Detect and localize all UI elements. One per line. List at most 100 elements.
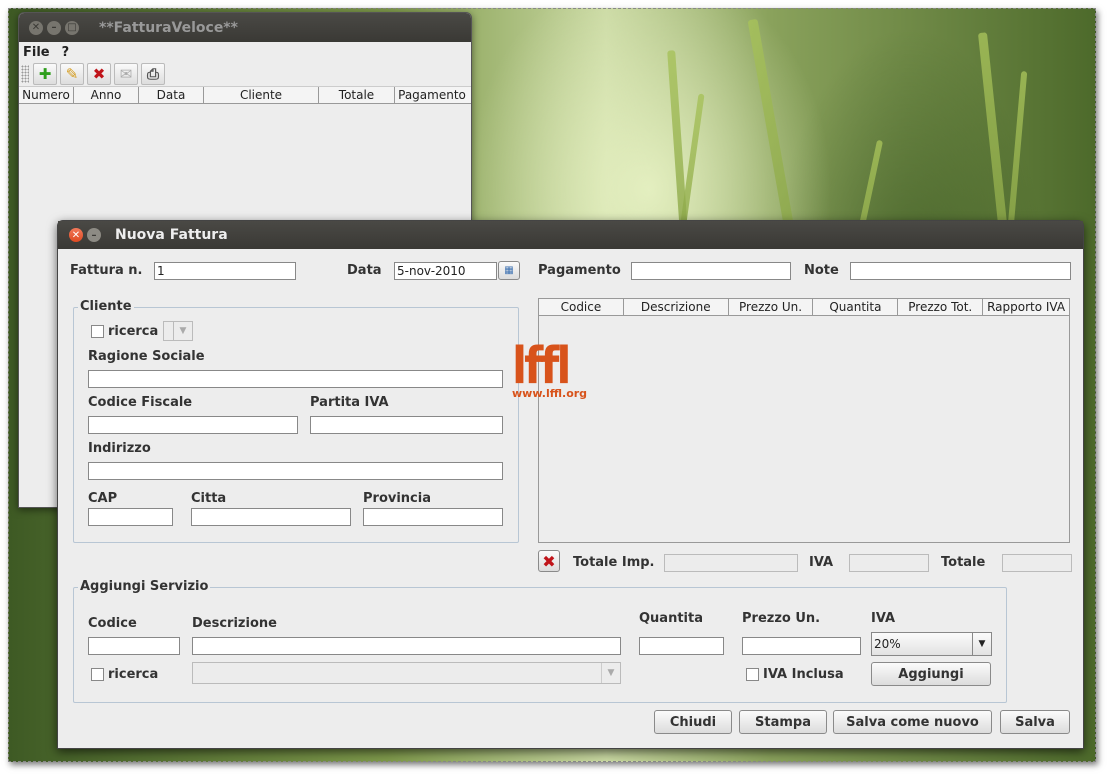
totale-imp-label: Totale Imp. [573,555,655,570]
servizio-descrizione-field[interactable] [192,637,621,655]
data-label: Data [347,263,382,278]
maximize-icon[interactable]: □ [65,20,79,35]
column-header[interactable]: Codice [539,299,624,315]
salva-button[interactable]: Salva [1000,710,1070,734]
delete-row-button[interactable]: ✖ [538,550,560,572]
servizio-iva-label: IVA [871,611,896,626]
edit-icon[interactable]: ✎ [60,63,84,85]
codice-fiscale-field[interactable] [88,416,298,434]
ragione-sociale-label: Ragione Sociale [88,349,205,364]
column-header[interactable]: Descrizione [624,299,729,315]
chevron-down-icon[interactable]: ▼ [601,663,620,683]
lffl-watermark-logo: lffl www.lffl.org [512,337,587,400]
menu-file[interactable]: File [23,45,50,60]
iva-total-label: IVA [809,555,834,570]
chevron-down-icon[interactable]: ▼ [972,633,991,655]
nuova-fattura-dialog: ✕ – Nuova Fattura Fattura n. 1 Data 5-no… [57,220,1084,749]
menubar: File ? [19,42,471,62]
cap-label: CAP [88,491,118,506]
close-icon[interactable]: ✕ [69,228,83,242]
column-header[interactable]: Totale [319,87,395,103]
main-window-title: **FatturaVeloce** [99,19,238,36]
citta-field[interactable] [191,508,351,526]
email-icon[interactable]: ✉ [114,63,138,85]
iva-inclusa-checkbox[interactable]: IVA Inclusa [746,667,844,682]
pagamento-label: Pagamento [538,263,621,278]
items-table-header: Codice Descrizione Prezzo Un. Quantita P… [539,299,1069,316]
minimize-icon[interactable]: – [47,20,61,35]
totale-label: Totale [941,555,986,570]
servizio-ricerca-label: ricerca [108,667,159,682]
totale-field [1002,554,1072,572]
servizio-ricerca-checkbox[interactable]: ricerca [91,667,158,682]
codice-fiscale-label: Codice Fiscale [88,395,193,410]
provincia-label: Provincia [363,491,431,506]
main-window-titlebar[interactable]: ✕ – □ **FatturaVeloce** [19,13,471,42]
column-header[interactable]: Anno [74,87,139,103]
cliente-ricerca-label: ricerca [108,324,159,339]
servizio-prezzo-field[interactable] [742,637,861,655]
servizio-quantita-label: Quantita [639,611,703,626]
servizio-descrizione-label: Descrizione [192,616,277,631]
add-icon[interactable]: ✚ [33,63,57,85]
chevron-down-icon[interactable]: ▼ [173,322,192,340]
servizio-codice-field[interactable] [88,637,180,655]
aggiungi-button[interactable]: Aggiungi [871,662,991,686]
column-header[interactable]: Numero [19,87,74,103]
totale-imp-field [664,554,798,572]
iva-total-field [849,554,929,572]
salva-come-nuovo-button[interactable]: Salva come nuovo [833,710,992,734]
cliente-legend: Cliente [78,299,134,314]
servizio-prezzo-label: Prezzo Un. [742,611,821,626]
calendar-icon[interactable]: ▦ [498,261,520,280]
servizio-search-combo[interactable]: ▼ [192,662,621,684]
column-header[interactable]: Pagamento [395,87,469,103]
checkbox-box[interactable] [91,668,104,681]
citta-label: Citta [191,491,227,506]
menu-help[interactable]: ? [62,45,70,60]
cliente-search-combo[interactable]: ▼ [163,321,193,341]
items-table[interactable]: Codice Descrizione Prezzo Un. Quantita P… [538,298,1070,543]
indirizzo-label: Indirizzo [88,441,151,456]
toolbar: ✚ ✎ ✖ ✉ ⎙ [19,62,471,87]
column-header[interactable]: Quantita [813,299,899,315]
column-header[interactable]: Prezzo Tot. [898,299,984,315]
servizio-codice-label: Codice [88,616,137,631]
ragione-sociale-field[interactable] [88,370,503,388]
partita-iva-label: Partita IVA [310,395,389,410]
provincia-field[interactable] [363,508,503,526]
iva-inclusa-label: IVA Inclusa [763,667,844,682]
checkbox-box[interactable] [746,668,759,681]
aggiungi-servizio-legend: Aggiungi Servizio [78,579,211,594]
logo-text: lffl [512,337,571,396]
invoice-table-header: Numero Anno Data Cliente Totale Pagament… [19,87,471,104]
toolbar-grip[interactable] [21,65,29,83]
date-field[interactable]: 5-nov-2010 [394,262,497,280]
pagamento-field[interactable] [631,262,791,280]
print-icon[interactable]: ⎙ [141,63,165,85]
dialog-title: Nuova Fattura [115,227,228,243]
chiudi-button[interactable]: Chiudi [654,710,732,734]
delete-icon[interactable]: ✖ [87,63,111,85]
delete-icon: ✖ [542,551,556,571]
indirizzo-field[interactable] [88,462,503,480]
dialog-titlebar[interactable]: ✕ – Nuova Fattura [58,221,1083,249]
stampa-button[interactable]: Stampa [739,710,827,734]
fattura-label: Fattura n. [70,263,143,278]
column-header[interactable]: Cliente [204,87,319,103]
column-header[interactable]: Data [139,87,204,103]
minimize-icon[interactable]: – [87,228,101,242]
checkbox-box[interactable] [91,325,104,338]
cap-field[interactable] [88,508,173,526]
column-header[interactable]: Rapporto IVA [983,299,1069,315]
servizio-quantita-field[interactable] [639,637,724,655]
note-label: Note [804,263,839,278]
iva-select-value: 20% [874,637,901,651]
iva-select[interactable]: 20% ▼ [871,632,992,656]
close-icon[interactable]: ✕ [29,20,43,35]
partita-iva-field[interactable] [310,416,503,434]
fattura-number-field[interactable]: 1 [154,262,296,280]
cliente-ricerca-checkbox[interactable]: ricerca [91,324,158,339]
note-field[interactable] [850,262,1071,280]
column-header[interactable]: Prezzo Un. [729,299,814,315]
